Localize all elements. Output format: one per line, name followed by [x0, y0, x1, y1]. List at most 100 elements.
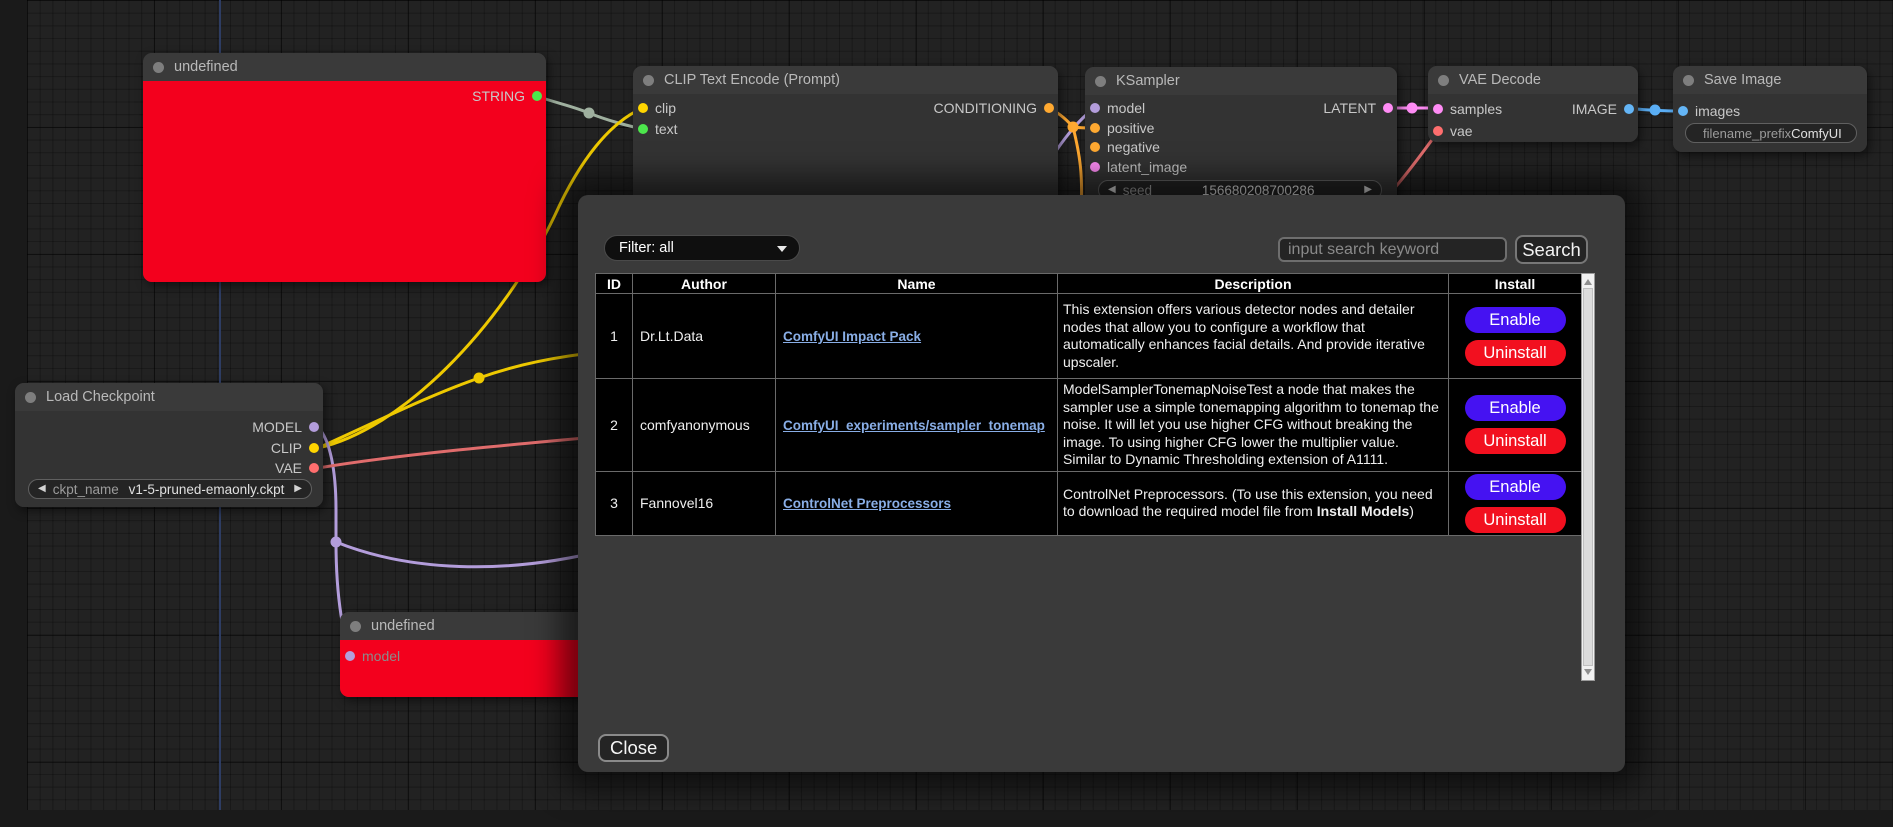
- input-slot-model-dot[interactable]: [345, 651, 355, 661]
- output-slot-vae-dot[interactable]: [309, 463, 319, 473]
- search-button[interactable]: Search: [1515, 235, 1588, 264]
- input-slot-latent-image-dot[interactable]: [1090, 162, 1100, 172]
- node-undefined-top[interactable]: undefined STRING: [143, 53, 546, 282]
- scrollbar-up-icon[interactable]: [1584, 279, 1592, 285]
- filename-prefix-value[interactable]: ComfyUI: [1791, 126, 1848, 141]
- search-input[interactable]: [1278, 237, 1507, 262]
- cell-install: Enable Uninstall: [1449, 471, 1582, 535]
- node-collapse-dot[interactable]: [1095, 76, 1106, 87]
- enable-button[interactable]: Enable: [1465, 307, 1566, 333]
- ckpt-prev-icon[interactable]: ◀: [38, 484, 46, 494]
- filename-prefix-widget[interactable]: filename_prefix ComfyUI: [1685, 123, 1857, 143]
- input-slot-positive-dot[interactable]: [1090, 123, 1100, 133]
- filter-select-value: Filter: all: [619, 240, 674, 256]
- node-body-error[interactable]: STRING: [143, 81, 546, 282]
- node-collapse-dot[interactable]: [1683, 75, 1694, 86]
- filter-select[interactable]: Filter: all: [604, 235, 800, 261]
- input-slot-text-dot[interactable]: [638, 124, 648, 134]
- output-slot-model-dot[interactable]: [309, 422, 319, 432]
- node-title: CLIP Text Encode (Prompt): [664, 72, 840, 88]
- input-slot-model-dot[interactable]: [1090, 103, 1100, 113]
- output-slot-clip-label: CLIP: [271, 440, 302, 456]
- node-save-image[interactable]: Save Image images filename_prefix ComfyU…: [1673, 66, 1867, 152]
- node-vae-decode[interactable]: VAE Decode samples vae IMAGE: [1428, 66, 1638, 142]
- input-slot-negative-dot[interactable]: [1090, 142, 1100, 152]
- node-load-checkpoint[interactable]: Load Checkpoint MODEL CLIP VAE ◀ ckpt_na…: [15, 383, 323, 507]
- cell-description: This extension offers various detector n…: [1058, 294, 1449, 379]
- seed-decrement-icon[interactable]: ◀: [1108, 185, 1116, 195]
- node-graph-canvas[interactable]: undefined STRING CLIP Text Encode (Promp…: [0, 0, 1893, 827]
- uninstall-button[interactable]: Uninstall: [1465, 507, 1566, 533]
- scrollbar-thumb[interactable]: [1583, 288, 1593, 666]
- node-title-bar[interactable]: VAE Decode: [1428, 66, 1638, 94]
- header-id: ID: [596, 274, 633, 294]
- input-slot-images-label: images: [1695, 103, 1740, 119]
- cell-id: 3: [596, 471, 633, 535]
- reroute-dot-image[interactable]: [1650, 105, 1661, 116]
- output-slot-string-dot[interactable]: [532, 91, 542, 101]
- output-slot-clip-dot[interactable]: [309, 443, 319, 453]
- node-ksampler[interactable]: KSampler model positive negative latent_…: [1085, 67, 1397, 212]
- table-header-row: ID Author Name Description Install: [596, 274, 1582, 294]
- output-slot-conditioning-label: CONDITIONING: [934, 100, 1037, 116]
- node-title-bar[interactable]: KSampler: [1085, 67, 1397, 95]
- scrollbar-down-icon[interactable]: [1584, 669, 1592, 675]
- cell-name: ComfyUI_experiments/sampler_tonemap: [776, 379, 1058, 472]
- node-collapse-dot[interactable]: [1438, 75, 1449, 86]
- cell-description: ModelSamplerTonemapNoiseTest a node that…: [1058, 379, 1449, 472]
- node-title-bar[interactable]: Load Checkpoint: [15, 383, 323, 411]
- reroute-dot-model[interactable]: [331, 537, 342, 548]
- output-slot-vae-label: VAE: [275, 460, 302, 476]
- output-slot-latent-label: LATENT: [1323, 100, 1376, 116]
- input-slot-vae-dot[interactable]: [1433, 126, 1443, 136]
- node-title: Load Checkpoint: [46, 389, 155, 405]
- header-description: Description: [1058, 274, 1449, 294]
- reroute-dot-conditioning[interactable]: [1068, 122, 1079, 133]
- extension-link[interactable]: ComfyUI Impact Pack: [783, 329, 921, 344]
- input-slot-text-label: text: [655, 121, 678, 137]
- seed-increment-icon[interactable]: ▶: [1364, 185, 1372, 195]
- input-slot-samples-label: samples: [1450, 101, 1502, 117]
- node-title: VAE Decode: [1459, 72, 1541, 88]
- node-collapse-dot[interactable]: [153, 62, 164, 73]
- extension-link[interactable]: ComfyUI_experiments/sampler_tonemap: [783, 418, 1045, 433]
- ckpt-next-icon[interactable]: ▶: [294, 484, 302, 494]
- reroute-dot-latent[interactable]: [1407, 103, 1418, 114]
- node-body[interactable]: MODEL CLIP VAE ◀ ckpt_name v1-5-pruned-e…: [15, 411, 323, 507]
- node-collapse-dot[interactable]: [25, 392, 36, 403]
- node-title-bar[interactable]: undefined: [143, 53, 546, 81]
- uninstall-button[interactable]: Uninstall: [1465, 340, 1566, 366]
- cell-description: ControlNet Preprocessors. (To use this e…: [1058, 471, 1449, 535]
- close-button[interactable]: Close: [598, 734, 669, 762]
- input-slot-positive-label: positive: [1107, 120, 1154, 136]
- table-row: 1 Dr.Lt.Data ComfyUI Impact Pack This ex…: [596, 294, 1582, 379]
- node-body[interactable]: samples vae IMAGE: [1428, 94, 1638, 142]
- node-collapse-dot[interactable]: [350, 621, 361, 632]
- enable-button[interactable]: Enable: [1465, 395, 1566, 421]
- input-slot-vae-label: vae: [1450, 123, 1473, 139]
- output-slot-latent-dot[interactable]: [1383, 103, 1393, 113]
- node-title-bar[interactable]: CLIP Text Encode (Prompt): [633, 66, 1058, 94]
- output-slot-conditioning-dot[interactable]: [1044, 103, 1054, 113]
- uninstall-button[interactable]: Uninstall: [1465, 428, 1566, 454]
- reroute-dot-string[interactable]: [584, 108, 595, 119]
- input-slot-samples-dot[interactable]: [1433, 104, 1443, 114]
- input-slot-images-dot[interactable]: [1678, 106, 1688, 116]
- enable-button[interactable]: Enable: [1465, 474, 1566, 500]
- node-collapse-dot[interactable]: [643, 75, 654, 86]
- output-slot-string-label: STRING: [472, 88, 525, 104]
- node-body[interactable]: images filename_prefix ComfyUI: [1673, 94, 1867, 152]
- extension-link[interactable]: ControlNet Preprocessors: [783, 496, 951, 511]
- output-slot-image-dot[interactable]: [1624, 104, 1634, 114]
- chevron-down-icon: [777, 246, 787, 252]
- input-slot-clip-dot[interactable]: [638, 103, 648, 113]
- list-scrollbar[interactable]: [1581, 273, 1595, 681]
- ckpt-widget-value[interactable]: v1-5-pruned-emaonly.ckpt: [119, 482, 295, 497]
- node-title-bar[interactable]: Save Image: [1673, 66, 1867, 94]
- cell-id: 2: [596, 379, 633, 472]
- cell-author: Fannovel16: [633, 471, 776, 535]
- reroute-dot-clip[interactable]: [474, 373, 485, 384]
- output-slot-model-label: MODEL: [252, 419, 302, 435]
- ckpt-name-widget[interactable]: ◀ ckpt_name v1-5-pruned-emaonly.ckpt ▶: [28, 479, 312, 499]
- table-row: 3 Fannovel16 ControlNet Preprocessors Co…: [596, 471, 1582, 535]
